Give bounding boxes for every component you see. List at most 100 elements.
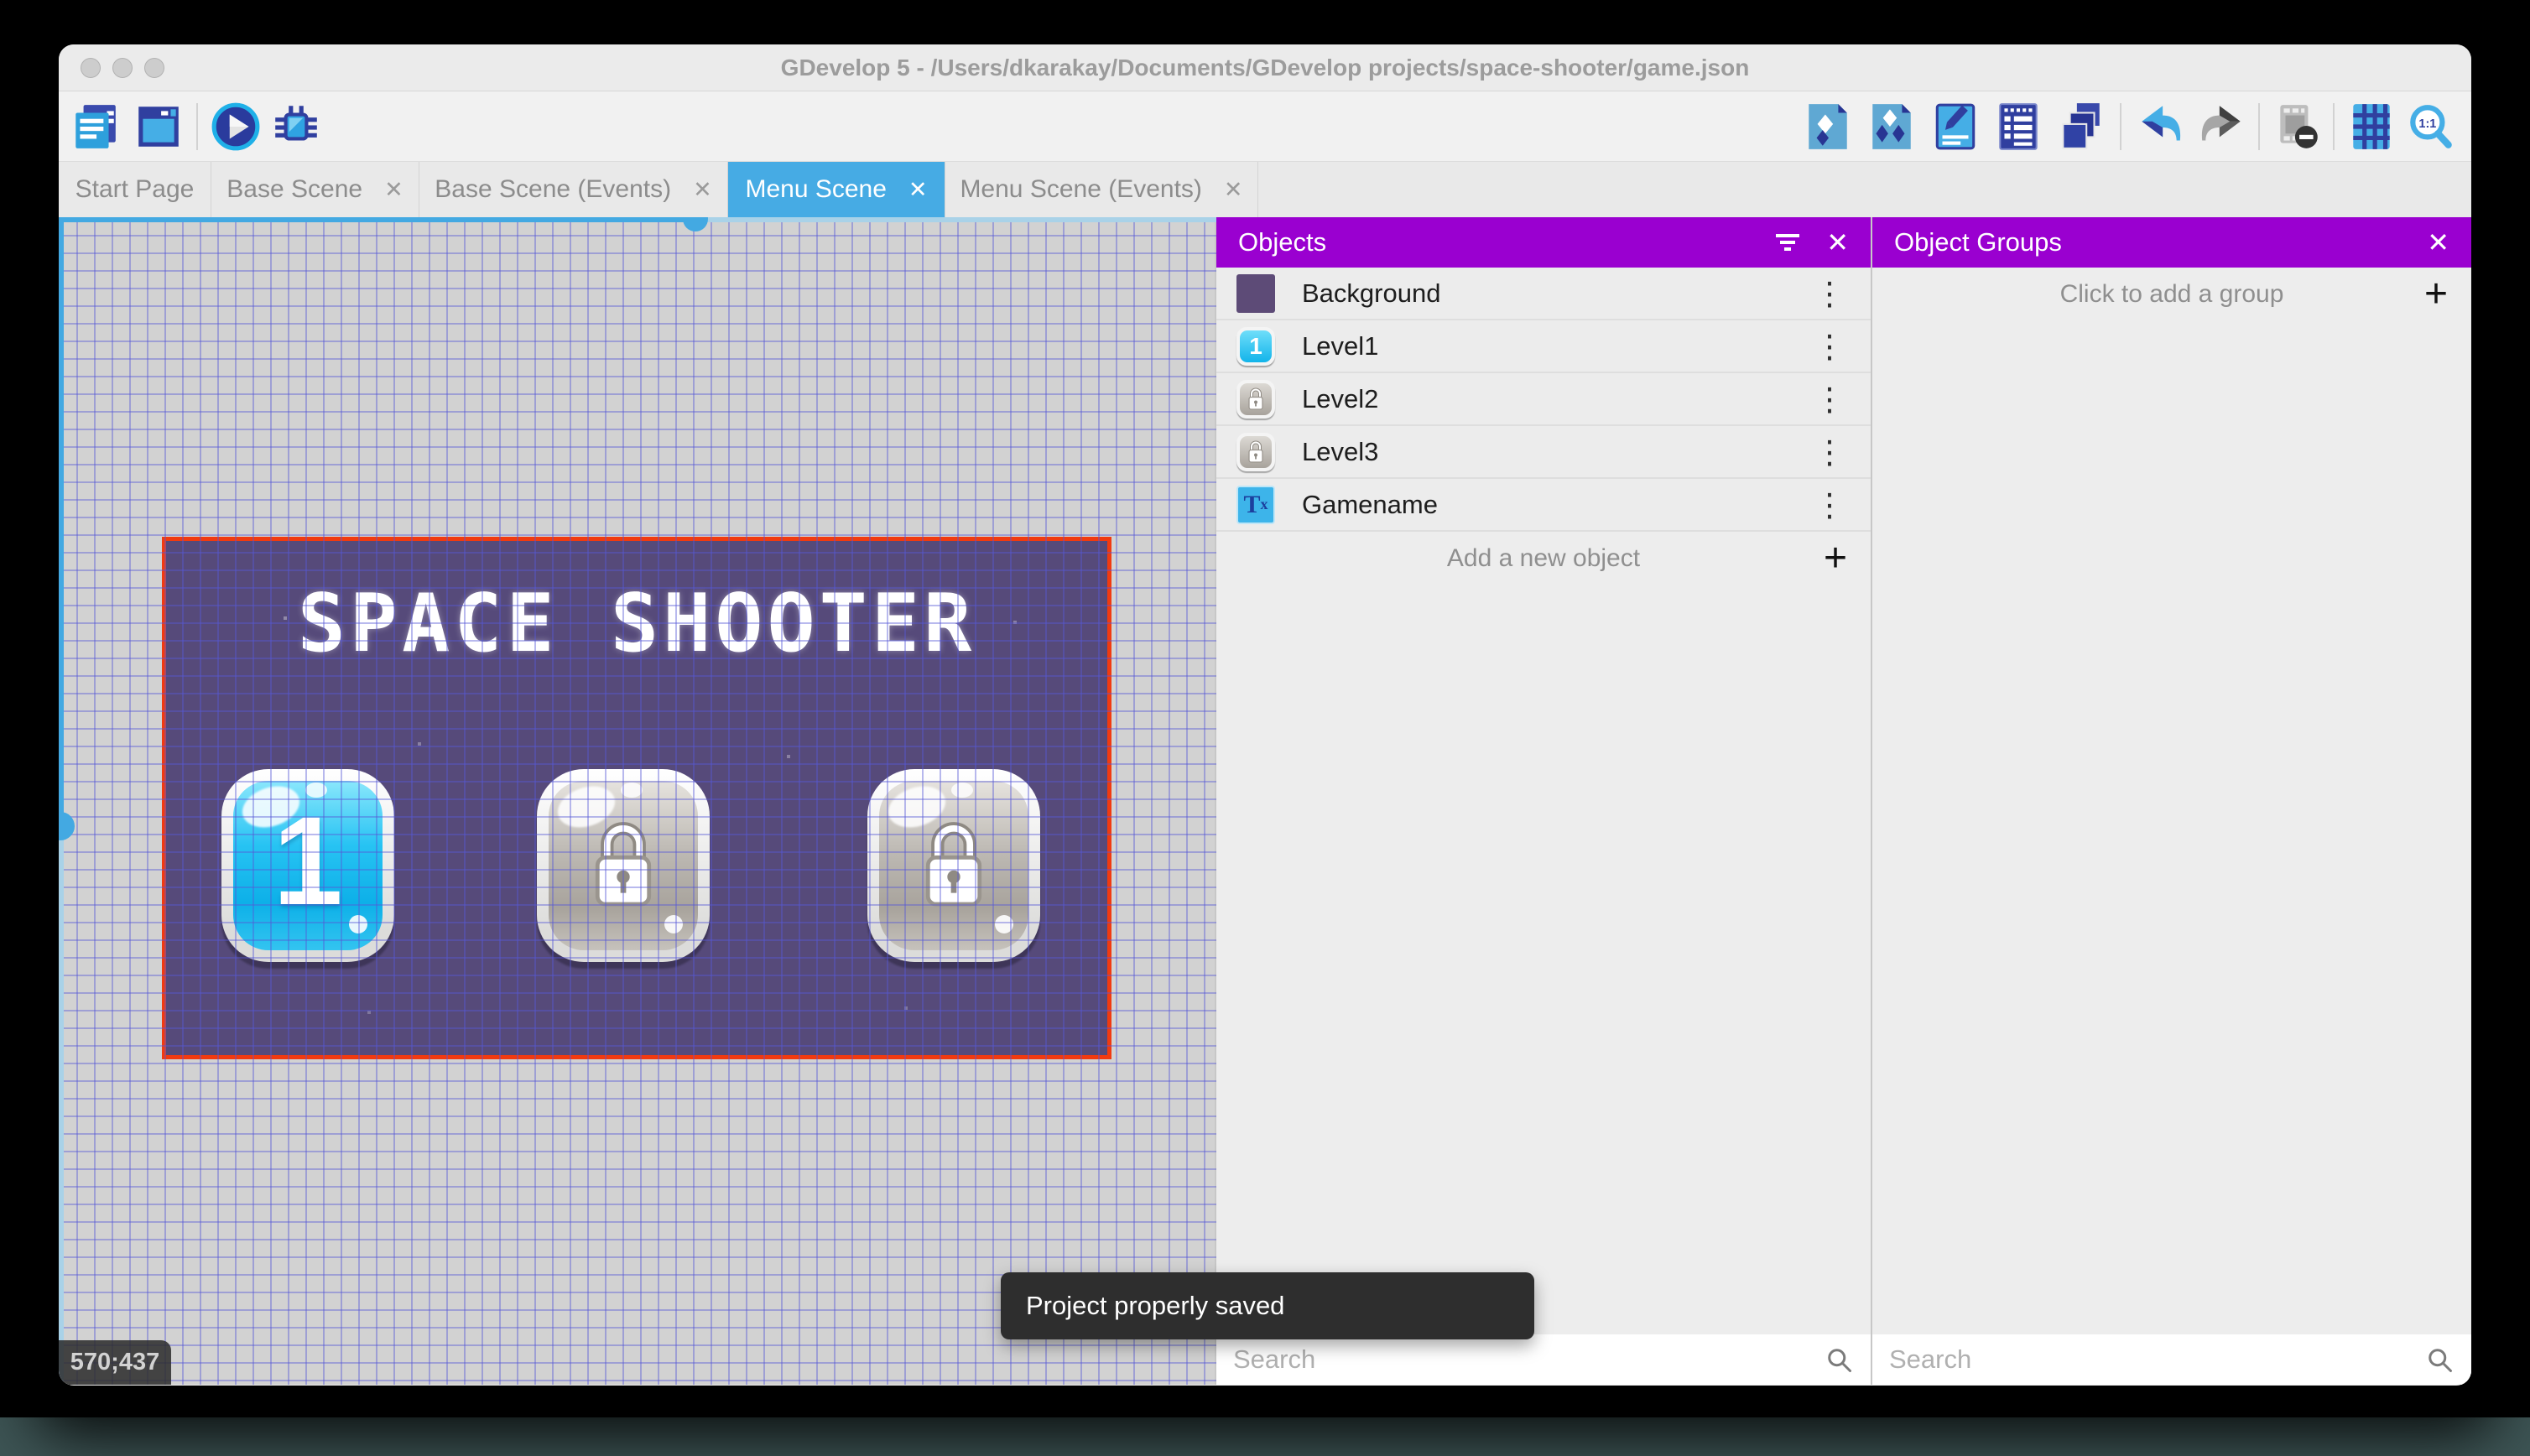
object-menu-icon[interactable]: ⋮ xyxy=(1814,278,1845,309)
object-row-level2[interactable]: Level2 ⋮ xyxy=(1216,373,1871,426)
toast-message: Project properly saved xyxy=(1026,1291,1285,1320)
undo-icon[interactable] xyxy=(2133,101,2185,153)
object-groups-panel-icon[interactable] xyxy=(1866,101,1918,153)
close-panel-icon[interactable]: ✕ xyxy=(2427,229,2449,256)
object-name: Level2 xyxy=(1302,383,1379,413)
add-object-row[interactable]: Add a new object + xyxy=(1216,532,1871,585)
add-group-label: Click to add a group xyxy=(2059,280,2284,308)
object-name: Background xyxy=(1302,278,1441,308)
close-panel-icon[interactable]: ✕ xyxy=(1826,229,1849,256)
tab-label: Base Scene xyxy=(226,175,363,203)
lock-icon xyxy=(925,822,982,907)
cursor-coordinates-badge: 570;437 xyxy=(59,1340,171,1385)
object-menu-icon[interactable]: ⋮ xyxy=(1814,436,1845,468)
button-gloss xyxy=(621,783,643,798)
object-menu-icon[interactable]: ⋮ xyxy=(1814,330,1845,362)
debug-icon[interactable] xyxy=(270,101,322,153)
layers-panel-icon[interactable] xyxy=(2054,101,2106,153)
object-name: Gamename xyxy=(1302,489,1438,519)
add-object-label: Add a new object xyxy=(1446,544,1641,572)
level-2-locked-button-object[interactable] xyxy=(537,769,710,962)
toolbar-divider xyxy=(2258,103,2260,150)
play-preview-icon[interactable] xyxy=(210,101,262,153)
titlebar: GDevelop 5 - /Users/dkarakay/Documents/G… xyxy=(59,44,2471,91)
close-tab-icon[interactable]: ✕ xyxy=(693,177,712,203)
search-icon[interactable] xyxy=(2424,1344,2455,1375)
objects-panel: Objects ✕ Background ⋮ 1 Level1 ⋮ Level2… xyxy=(1215,217,1871,1385)
object-groups-panel: Object Groups ✕ Click to add a group + xyxy=(1871,217,2471,1385)
tab-label: Menu Scene xyxy=(745,175,887,203)
tab-start-page[interactable]: Start Page xyxy=(59,162,211,217)
level-number: 1 xyxy=(273,789,343,931)
tab-base-scene-events[interactable]: Base Scene (Events) ✕ xyxy=(419,162,728,217)
objects-panel-header: Objects ✕ xyxy=(1216,217,1871,268)
locked-button-thumbnail xyxy=(1236,432,1275,471)
groups-search-bar xyxy=(1872,1334,2471,1385)
button-gloss-dot xyxy=(349,915,367,933)
lock-icon xyxy=(595,822,652,907)
object-groups-panel-title: Object Groups xyxy=(1894,227,2062,257)
main-content: SPACE SHOOTER 1 570;437 Objects ✕ Backgr… xyxy=(59,217,2471,1385)
add-object-plus-icon[interactable]: + xyxy=(1824,535,1847,581)
vertical-scrollbar-handle[interactable] xyxy=(59,812,75,840)
level-1-button-thumbnail: 1 xyxy=(1236,326,1275,366)
groups-search-input[interactable] xyxy=(1889,1344,2424,1375)
filter-icon[interactable] xyxy=(1771,226,1804,259)
toolbar-divider xyxy=(196,103,198,150)
level-1-button-object[interactable]: 1 xyxy=(221,769,394,962)
redo-icon[interactable] xyxy=(2197,101,2249,153)
object-groups-panel-header: Object Groups ✕ xyxy=(1872,217,2471,268)
zoom-one-to-one-icon[interactable]: 1:1 xyxy=(2405,101,2457,153)
search-icon[interactable] xyxy=(1824,1344,1854,1375)
properties-panel-icon[interactable] xyxy=(1929,101,1981,153)
background-thumbnail xyxy=(1236,273,1275,313)
close-tab-icon[interactable]: ✕ xyxy=(1224,177,1243,203)
objects-search-bar xyxy=(1216,1334,1871,1385)
tab-label: Start Page xyxy=(75,175,195,203)
object-row-gamename[interactable]: Tx Gamename ⋮ xyxy=(1216,479,1871,532)
window-title: GDevelop 5 - /Users/dkarakay/Documents/G… xyxy=(780,55,1750,81)
locked-button-thumbnail xyxy=(1236,379,1275,419)
tab-menu-scene[interactable]: Menu Scene ✕ xyxy=(728,162,945,217)
object-row-background[interactable]: Background ⋮ xyxy=(1216,268,1871,320)
object-menu-icon[interactable]: ⋮ xyxy=(1814,489,1845,521)
tab-base-scene[interactable]: Base Scene ✕ xyxy=(211,162,419,217)
object-name: Level3 xyxy=(1302,436,1379,466)
close-tab-icon[interactable]: ✕ xyxy=(908,177,928,203)
vertical-scrollbar-thumb[interactable] xyxy=(59,217,64,826)
button-gloss xyxy=(951,783,973,798)
preview-window-icon[interactable] xyxy=(133,101,185,153)
tab-menu-scene-events[interactable]: Menu Scene (Events) ✕ xyxy=(945,162,1258,217)
instances-list-panel-icon[interactable] xyxy=(1992,101,2044,153)
object-name: Level1 xyxy=(1302,330,1379,361)
scene-stars xyxy=(166,541,169,544)
text-object-thumbnail: Tx xyxy=(1236,485,1275,524)
save-toast: Project properly saved xyxy=(1001,1272,1534,1339)
screen: GDevelop 5 - /Users/dkarakay/Documents/G… xyxy=(0,0,2530,1456)
add-group-plus-icon[interactable]: + xyxy=(2424,271,2448,317)
level-3-locked-button-object[interactable] xyxy=(867,769,1040,962)
horizontal-scrollbar-thumb[interactable] xyxy=(59,217,695,222)
toolbar-divider xyxy=(2120,103,2121,150)
object-row-level3[interactable]: Level3 ⋮ xyxy=(1216,426,1871,479)
tab-bar: Start Page Base Scene ✕ Base Scene (Even… xyxy=(59,162,2471,217)
scene-window-border[interactable]: SPACE SHOOTER 1 xyxy=(162,537,1111,1059)
scene-editor-canvas[interactable]: SPACE SHOOTER 1 570;437 xyxy=(59,217,1216,1385)
tab-label: Base Scene (Events) xyxy=(435,175,672,203)
objects-panel-icon[interactable] xyxy=(1802,101,1854,153)
toolbar-divider xyxy=(2333,103,2335,150)
objects-search-input[interactable] xyxy=(1233,1344,1824,1375)
tab-label: Menu Scene (Events) xyxy=(960,175,1202,203)
object-row-level1[interactable]: 1 Level1 ⋮ xyxy=(1216,320,1871,373)
toolbar: 1:1 xyxy=(59,91,2471,162)
project-manager-icon[interactable] xyxy=(69,101,121,153)
toggle-instances-mask-icon[interactable] xyxy=(2272,101,2324,153)
button-gloss-dot xyxy=(995,915,1013,933)
object-menu-icon[interactable]: ⋮ xyxy=(1814,383,1845,415)
horizontal-scrollbar-handle[interactable] xyxy=(683,217,708,231)
close-tab-icon[interactable]: ✕ xyxy=(384,177,403,203)
button-gloss-dot xyxy=(664,915,683,933)
add-group-row[interactable]: Click to add a group + xyxy=(1872,268,2471,321)
scene-title-object[interactable]: SPACE SHOOTER xyxy=(166,578,1107,670)
grid-icon[interactable] xyxy=(2345,101,2397,153)
